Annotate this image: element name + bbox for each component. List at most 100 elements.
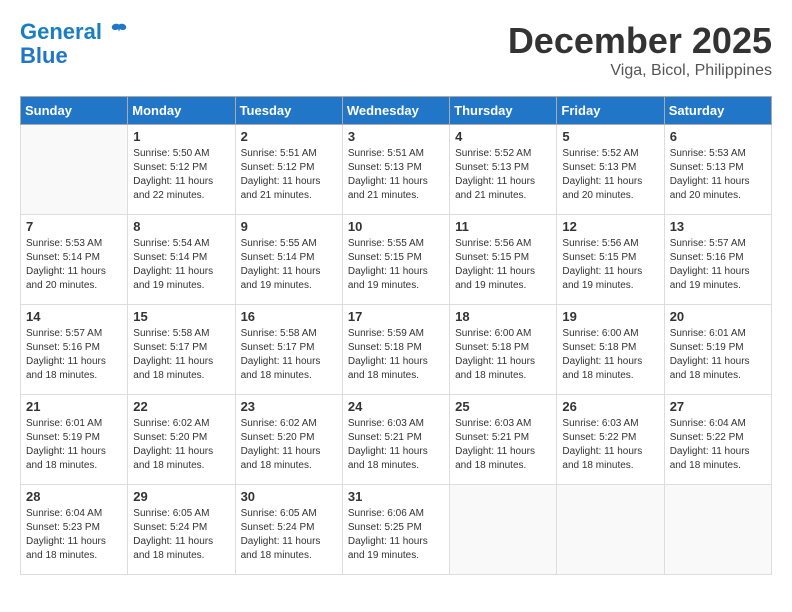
calendar-cell: 2 Sunrise: 5:51 AMSunset: 5:12 PMDaylight… [235,125,342,215]
day-info: Sunrise: 5:54 AMSunset: 5:14 PMDaylight:… [133,237,229,293]
calendar-cell: 6 Sunrise: 5:53 AMSunset: 5:13 PMDaylight… [664,125,771,215]
calendar-cell: 8 Sunrise: 5:54 AMSunset: 5:14 PMDaylight… [128,215,235,305]
month-title: December 2025 [508,20,772,62]
calendar-cell: 30 Sunrise: 6:05 AMSunset: 5:24 PMDayligh… [235,485,342,575]
day-info: Sunrise: 5:56 AMSunset: 5:15 PMDaylight:… [562,237,658,293]
calendar-week-row: 28Sunrise: 6:04 AMSunset: 5:23 PMDayligh… [21,485,772,575]
calendar-cell [664,485,771,575]
calendar-week-row: 1 Sunrise: 5:50 AMSunset: 5:12 PMDaylight… [21,125,772,215]
calendar-cell: 24Sunrise: 6:03 AMSunset: 5:21 PMDayligh… [342,395,449,485]
day-info: Sunrise: 5:52 AMSunset: 5:13 PMDaylight:… [455,147,551,203]
calendar-week-row: 14 Sunrise: 5:57 AMSunset: 5:16 PMDayligh… [21,305,772,395]
calendar-week-row: 21 Sunrise: 6:01 AMSunset: 5:19 PMDayligh… [21,395,772,485]
day-number: 24 [348,399,444,414]
calendar-header-row: SundayMondayTuesdayWednesdayThursdayFrid… [21,97,772,125]
day-number: 8 [133,219,229,234]
day-number: 15 [133,309,229,324]
calendar-cell: 29Sunrise: 6:05 AMSunset: 5:24 PMDayligh… [128,485,235,575]
day-info: Sunrise: 5:59 AMSunset: 5:18 PMDaylight:… [348,327,444,383]
day-number: 10 [348,219,444,234]
calendar-cell: 14 Sunrise: 5:57 AMSunset: 5:16 PMDayligh… [21,305,128,395]
calendar-cell: 15 Sunrise: 5:58 AMSunset: 5:17 PMDayligh… [128,305,235,395]
day-number: 21 [26,399,122,414]
weekday-header-monday: Monday [128,97,235,125]
day-number: 18 [455,309,551,324]
day-number: 11 [455,219,551,234]
day-number: 28 [26,489,122,504]
day-info: Sunrise: 5:50 AMSunset: 5:12 PMDaylight:… [133,147,229,203]
calendar-week-row: 7Sunrise: 5:53 AMSunset: 5:14 PMDaylight… [21,215,772,305]
day-info: Sunrise: 5:57 AMSunset: 5:16 PMDaylight:… [26,327,122,383]
logo: General Blue [20,20,128,68]
weekday-header-friday: Friday [557,97,664,125]
day-info: Sunrise: 6:00 AMSunset: 5:18 PMDaylight:… [455,327,551,383]
day-info: Sunrise: 5:57 AMSunset: 5:16 PMDaylight:… [670,237,766,293]
calendar-cell: 19 Sunrise: 6:00 AMSunset: 5:18 PMDayligh… [557,305,664,395]
day-number: 29 [133,489,229,504]
day-number: 14 [26,309,122,324]
calendar-cell: 16 Sunrise: 5:58 AMSunset: 5:17 PMDayligh… [235,305,342,395]
calendar-cell [450,485,557,575]
day-number: 9 [241,219,337,234]
day-info: Sunrise: 6:00 AMSunset: 5:18 PMDaylight:… [562,327,658,383]
day-number: 17 [348,309,444,324]
day-number: 23 [241,399,337,414]
logo-text: General [20,20,128,44]
calendar-cell: 23 Sunrise: 6:02 AMSunset: 5:20 PMDayligh… [235,395,342,485]
day-info: Sunrise: 5:51 AMSunset: 5:13 PMDaylight:… [348,147,444,203]
calendar-cell: 18 Sunrise: 6:00 AMSunset: 5:18 PMDayligh… [450,305,557,395]
day-info: Sunrise: 5:56 AMSunset: 5:15 PMDaylight:… [455,237,551,293]
calendar-cell [557,485,664,575]
calendar-cell: 4 Sunrise: 5:52 AMSunset: 5:13 PMDaylight… [450,125,557,215]
day-number: 13 [670,219,766,234]
location-title: Viga, Bicol, Philippines [508,62,772,80]
day-number: 4 [455,129,551,144]
calendar-cell: 9Sunrise: 5:55 AMSunset: 5:14 PMDaylight… [235,215,342,305]
day-number: 3 [348,129,444,144]
day-info: Sunrise: 6:02 AMSunset: 5:20 PMDaylight:… [241,417,337,473]
day-number: 26 [562,399,658,414]
calendar-cell: 22 Sunrise: 6:02 AMSunset: 5:20 PMDayligh… [128,395,235,485]
day-number: 16 [241,309,337,324]
calendar-cell: 7Sunrise: 5:53 AMSunset: 5:14 PMDaylight… [21,215,128,305]
weekday-header-saturday: Saturday [664,97,771,125]
day-info: Sunrise: 6:05 AMSunset: 5:24 PMDaylight:… [241,507,337,563]
title-block: December 2025 Viga, Bicol, Philippines [508,20,772,80]
calendar-cell: 26Sunrise: 6:03 AMSunset: 5:22 PMDayligh… [557,395,664,485]
calendar-cell: 13 Sunrise: 5:57 AMSunset: 5:16 PMDayligh… [664,215,771,305]
day-number: 6 [670,129,766,144]
calendar-table: SundayMondayTuesdayWednesdayThursdayFrid… [20,96,772,575]
calendar-cell: 17 Sunrise: 5:59 AMSunset: 5:18 PMDayligh… [342,305,449,395]
day-info: Sunrise: 5:51 AMSunset: 5:12 PMDaylight:… [241,147,337,203]
calendar-cell: 31 Sunrise: 6:06 AMSunset: 5:25 PMDayligh… [342,485,449,575]
day-number: 19 [562,309,658,324]
day-number: 30 [241,489,337,504]
weekday-header-wednesday: Wednesday [342,97,449,125]
day-number: 1 [133,129,229,144]
day-info: Sunrise: 6:04 AMSunset: 5:22 PMDaylight:… [670,417,766,473]
calendar-cell: 25 Sunrise: 6:03 AMSunset: 5:21 PMDayligh… [450,395,557,485]
weekday-header-tuesday: Tuesday [235,97,342,125]
day-number: 2 [241,129,337,144]
day-number: 7 [26,219,122,234]
day-number: 5 [562,129,658,144]
day-info: Sunrise: 6:06 AMSunset: 5:25 PMDaylight:… [348,507,444,563]
logo-bird-icon [110,21,128,39]
day-info: Sunrise: 5:53 AMSunset: 5:13 PMDaylight:… [670,147,766,203]
calendar-cell: 11 Sunrise: 5:56 AMSunset: 5:15 PMDayligh… [450,215,557,305]
calendar-cell: 20Sunrise: 6:01 AMSunset: 5:19 PMDayligh… [664,305,771,395]
day-number: 31 [348,489,444,504]
calendar-cell: 27Sunrise: 6:04 AMSunset: 5:22 PMDayligh… [664,395,771,485]
calendar-cell: 5Sunrise: 5:52 AMSunset: 5:13 PMDaylight… [557,125,664,215]
day-number: 25 [455,399,551,414]
weekday-header-thursday: Thursday [450,97,557,125]
day-info: Sunrise: 5:58 AMSunset: 5:17 PMDaylight:… [241,327,337,383]
logo-line2: Blue [20,44,128,68]
day-number: 22 [133,399,229,414]
calendar-cell: 3 Sunrise: 5:51 AMSunset: 5:13 PMDaylight… [342,125,449,215]
day-info: Sunrise: 5:58 AMSunset: 5:17 PMDaylight:… [133,327,229,383]
day-info: Sunrise: 6:02 AMSunset: 5:20 PMDaylight:… [133,417,229,473]
day-info: Sunrise: 6:03 AMSunset: 5:21 PMDaylight:… [455,417,551,473]
day-info: Sunrise: 6:01 AMSunset: 5:19 PMDaylight:… [26,417,122,473]
day-info: Sunrise: 5:55 AMSunset: 5:15 PMDaylight:… [348,237,444,293]
